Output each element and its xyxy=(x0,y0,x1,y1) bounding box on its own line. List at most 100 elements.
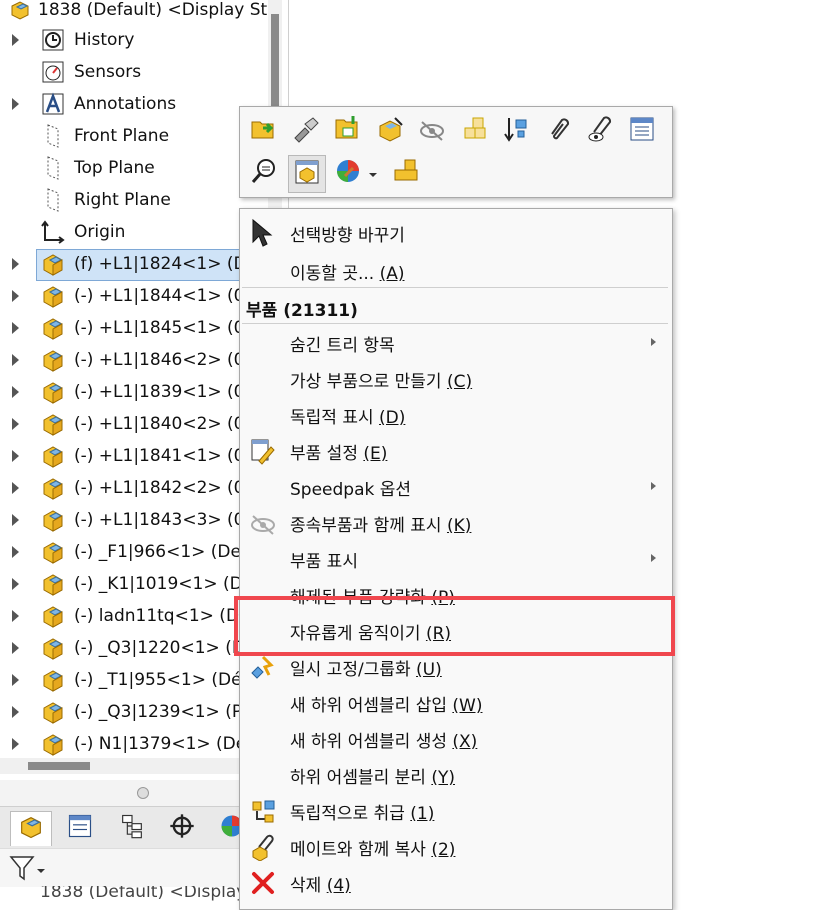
expand-arrow-icon[interactable] xyxy=(12,354,19,366)
zoom-to-selection-icon xyxy=(249,156,279,190)
tree-item-label: (-) +L1|1844<1> (03 xyxy=(74,286,256,306)
menu-go-to[interactable]: 이동할 곳... (A) xyxy=(240,253,672,287)
menu-item[interactable]: 종속부품과 함께 표시 (K) xyxy=(240,505,672,539)
replace-components-button[interactable] xyxy=(330,113,366,149)
expand-arrow-icon[interactable] xyxy=(12,674,19,686)
menu-item[interactable]: 숨긴 트리 항목 xyxy=(240,325,672,359)
plane-icon xyxy=(39,154,67,182)
tree-item-label: (-) _F1|966<1> (Defa xyxy=(74,542,258,562)
part-icon xyxy=(39,698,67,726)
menu-item-shortcut: (1) xyxy=(410,804,435,824)
splitter-handle[interactable] xyxy=(137,787,149,799)
tree-item-label: (-) +L1|1845<1> (03 xyxy=(74,318,256,338)
view-mates-button[interactable] xyxy=(582,113,618,149)
scroll-thumb[interactable] xyxy=(271,14,279,112)
menu-item[interactable]: Speedpak 옵션 xyxy=(240,469,672,503)
properties-button[interactable] xyxy=(624,113,660,149)
menu-select-direction-label: 선택방향 바꾸기 xyxy=(290,226,405,246)
show-components-button[interactable] xyxy=(388,155,424,191)
menu-item[interactable]: 자유롭게 움직이기 (R) xyxy=(240,613,672,647)
tree-item-label: (-) _Q3|1220<1> (D xyxy=(74,638,245,658)
expand-arrow-icon[interactable] xyxy=(12,642,19,654)
tree-horizontal-scrollbar[interactable] xyxy=(0,758,268,774)
menu-item[interactable]: 메이트와 함께 복사 (2) xyxy=(240,829,672,863)
edit-part-button[interactable] xyxy=(288,113,324,149)
menu-item-label: 해제된 부품 강략화 xyxy=(290,588,426,608)
expand-arrow-icon[interactable] xyxy=(12,98,19,110)
mate-button[interactable] xyxy=(540,113,576,149)
menu-select-direction[interactable]: 선택방향 바꾸기 xyxy=(240,215,672,249)
part-icon xyxy=(39,538,67,566)
tab-configuration-manager[interactable] xyxy=(112,811,152,845)
expand-arrow-icon[interactable] xyxy=(12,578,19,590)
tree-item[interactable]: Sensors xyxy=(0,56,288,88)
menu-item[interactable]: 해제된 부품 강략화 (P) xyxy=(240,577,672,611)
scroll-thumb[interactable] xyxy=(28,762,90,770)
expand-arrow-icon[interactable] xyxy=(12,34,19,46)
menu-item-text: 메이트와 함께 복사 (2) xyxy=(290,835,455,860)
menu-item[interactable]: 가상 부품으로 만들기 (C) xyxy=(240,361,672,395)
tab-property-manager[interactable] xyxy=(60,811,100,845)
expand-arrow-icon[interactable] xyxy=(12,738,19,750)
menu-item-text: 부품 설정 (E) xyxy=(290,439,387,464)
tree-item[interactable]: History xyxy=(0,24,288,56)
zoom-to-selection-button[interactable] xyxy=(246,155,282,191)
component-config-icon xyxy=(292,157,322,191)
expand-arrow-icon[interactable] xyxy=(12,290,19,302)
expand-arrow-icon[interactable] xyxy=(12,418,19,430)
part-icon xyxy=(39,346,67,374)
submenu-arrow-icon xyxy=(651,338,656,346)
tree-item-label: Origin xyxy=(74,222,126,242)
expand-arrow-icon[interactable] xyxy=(12,706,19,718)
cursor-arrow-icon xyxy=(248,218,278,247)
menu-item-label: 삭제 xyxy=(290,876,322,896)
menu-item-text: 가상 부품으로 만들기 (C) xyxy=(290,367,472,392)
menu-item[interactable]: 일시 고정/그룹화 (U) xyxy=(240,649,672,683)
menu-item-label: 메이트와 함께 복사 xyxy=(290,840,426,860)
menu-item[interactable]: 삭제 (4) xyxy=(240,865,672,899)
menu-separator xyxy=(242,323,668,324)
expand-arrow-icon[interactable] xyxy=(12,450,19,462)
dimxpert-icon xyxy=(168,812,196,844)
menu-item-text: Speedpak 옵션 xyxy=(290,475,411,500)
hide-components-button[interactable] xyxy=(372,113,408,149)
submenu-arrow-icon xyxy=(651,554,656,562)
expand-arrow-icon[interactable] xyxy=(12,546,19,558)
menu-item[interactable]: 새 하위 어셈블리 생성 (X) xyxy=(240,721,672,755)
menu-item[interactable]: 하위 어셈블리 분리 (Y) xyxy=(240,757,672,791)
menu-item[interactable]: 부품 설정 (E) xyxy=(240,433,672,467)
expand-arrow-icon[interactable] xyxy=(12,610,19,622)
appearance-icon xyxy=(333,156,363,190)
context-toolbar xyxy=(239,106,673,198)
expand-arrow-icon[interactable] xyxy=(12,482,19,494)
menu-item[interactable]: 독립적으로 취급 (1) xyxy=(240,793,672,827)
part-icon xyxy=(39,250,67,278)
menu-item-shortcut: (4) xyxy=(326,876,351,896)
filter-icon[interactable] xyxy=(8,853,46,887)
menu-item[interactable]: 부품 표시 xyxy=(240,541,672,575)
menu-item-shortcut: (C) xyxy=(446,372,473,392)
open-part-button[interactable] xyxy=(246,113,282,149)
tree-root[interactable]: 1838 (Default) <Display Sta xyxy=(0,0,288,26)
isolate-button[interactable] xyxy=(456,113,492,149)
menu-item-text: 독립적 표시 (D) xyxy=(290,403,405,428)
menu-item-shortcut: (E) xyxy=(363,444,388,464)
tree-bottom-label: 1838 (Default) <Display xyxy=(40,886,247,901)
tab-dimxpert[interactable] xyxy=(162,811,202,845)
menu-item[interactable]: 독립적 표시 (D) xyxy=(240,397,672,431)
expand-arrow-icon[interactable] xyxy=(12,258,19,270)
part-icon xyxy=(39,666,67,694)
appearance-button[interactable] xyxy=(330,155,366,191)
rebuild-order-button[interactable] xyxy=(498,113,534,149)
appearance-dropdown[interactable] xyxy=(364,155,382,191)
menu-item[interactable]: 새 하위 어셈블리 삽입 (W) xyxy=(240,685,672,719)
component-config-button[interactable] xyxy=(288,155,326,193)
part-icon xyxy=(39,602,67,630)
tab-feature-manager[interactable] xyxy=(10,811,52,846)
expand-arrow-icon[interactable] xyxy=(12,386,19,398)
history-icon xyxy=(39,26,67,54)
expand-arrow-icon[interactable] xyxy=(12,322,19,334)
suppress-button[interactable] xyxy=(414,113,450,149)
tree-item-label: (-) +L1|1840<2> (03 xyxy=(74,414,256,434)
expand-arrow-icon[interactable] xyxy=(12,514,19,526)
